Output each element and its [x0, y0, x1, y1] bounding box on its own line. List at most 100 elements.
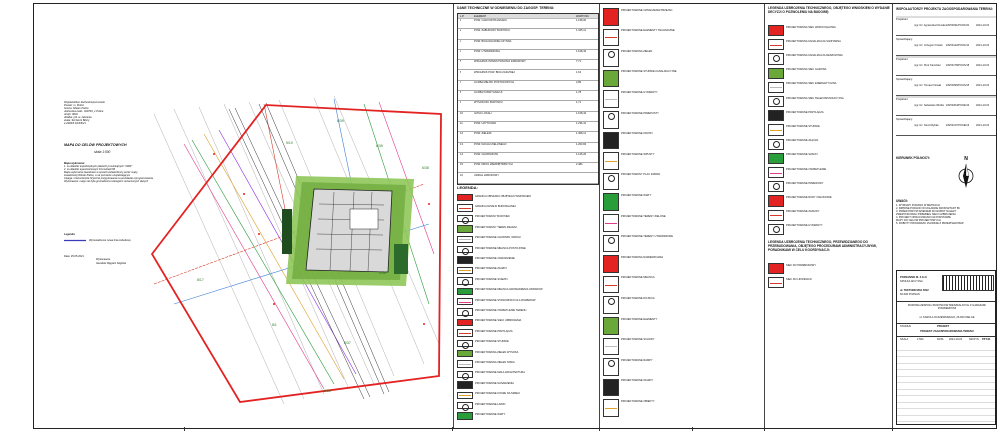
- legend-symbol: [768, 209, 784, 221]
- legend-point-symbol: [608, 113, 615, 120]
- legend-item: PROJEKTOWANE DOJŚCIA: [603, 295, 763, 315]
- legend-symbol: [603, 275, 619, 294]
- company-logo: [942, 275, 994, 291]
- author-cell: 2021-10-03: [976, 84, 990, 87]
- legend-symbol: [457, 402, 473, 411]
- legend-symbol: [457, 350, 473, 358]
- legend-point-symbol: [773, 225, 780, 233]
- row-label: WYSOKOŚĆ BUDYNKU: [474, 101, 503, 105]
- legend-symbol: [603, 152, 619, 170]
- legend-item: PROJEKTOWANE CHODNIKI I DROGI: [457, 235, 597, 244]
- author-row-divider: [896, 56, 996, 58]
- legend-symbol: [768, 81, 784, 93]
- legend-symbol: [603, 131, 619, 150]
- legend-symbol: [768, 263, 784, 274]
- legend-text: PROJEKTOWANE TERENY UTWARDZONE: [621, 235, 673, 239]
- legend-text: PROJEKTOWANE HYDRANTY: [786, 224, 823, 228]
- legend-text: PROJEKTOWANE PRZEPUSTY: [621, 111, 659, 115]
- row-value: 1.200,84: [576, 142, 587, 146]
- legend-symbol: [603, 358, 619, 376]
- legend-symbol: [768, 39, 784, 51]
- svg-text:N: N: [964, 156, 968, 162]
- legend-text: PROJEKTOWANE MIEJSCA GROMADZENIA ODPADÓW: [475, 288, 543, 292]
- author-cell: Projektant:: [896, 18, 909, 21]
- row-number: 9: [460, 101, 462, 105]
- legend-item: PROJEKTOWANE WIATY: [457, 411, 597, 420]
- legend-symbol: [457, 194, 473, 202]
- legend-point-symbol: [462, 310, 469, 318]
- company-street: ul. TEKTONICZNA 3/6/2: [900, 289, 929, 292]
- building-footprint: [305, 188, 393, 273]
- authors-title: WSPÓŁAUTORZY PROJEKTU ZAGOSPODAROWANIA T…: [896, 7, 993, 11]
- legend-text: PROJEKTOWANA SIEĆ GAZOWA: [786, 68, 827, 72]
- author-cell: Sprawdzający:: [896, 118, 913, 121]
- author-cell: 2021-10-03: [976, 44, 990, 47]
- author-row: Sprawdzający: mgr inż. Grzegorz Frelek ZAP…: [896, 36, 996, 56]
- legend-point-symbol: [462, 372, 469, 380]
- legend-symbol: [768, 277, 784, 288]
- legend-item: PROJEKTOWANE MIEJSCA GROMADZENIA ODPADÓW: [457, 287, 597, 296]
- legend-symbol: [603, 49, 619, 67]
- legend-point-symbol: [608, 51, 615, 59]
- parcel-label: 6/39: [376, 144, 383, 148]
- legend-line-symbol: [459, 270, 471, 272]
- legend-point-symbol: [462, 248, 469, 255]
- legend-item: PROJEKTOWANA SIEĆ ENERGETYCZNA: [768, 81, 890, 94]
- row-label: WSKAŹNIK POW. BIOLOGICZNEJ: [474, 70, 515, 74]
- tech-data-table: L.P. ELEMENT WARTOŚĆ 1 POW. CAŁKOWITA DZI…: [457, 13, 599, 185]
- legend-text: SIEĆ DO LIKWIDACJI: [786, 277, 812, 281]
- legend-text: PROJEKTOWANE PRZEWODY: [786, 181, 824, 185]
- row-label: UDZIAŁ ZABUDOWY: [474, 173, 499, 177]
- parcel-label: 6/38: [379, 271, 386, 275]
- legend-text: PROJEKTOWANA SIEĆ TELEKOMUNIKACYJNA: [786, 96, 844, 100]
- author-cell: 2021-10-03: [976, 104, 990, 107]
- legend-text: PROJEKTOWANE OŚWIETLENIE: [786, 167, 827, 171]
- legend-symbol: [768, 53, 784, 65]
- legend-line-symbol: [605, 408, 617, 410]
- legend-line-symbol: [770, 129, 782, 131]
- author-row: Sprawdzający: mgr inż. Kamil Rybak ZAP/011…: [896, 116, 996, 136]
- legend-item: PROJEKTOWANA KANALIZACJA SANITARNA: [768, 38, 890, 51]
- row-value: 4,89: [576, 80, 582, 84]
- author-cell: Projektant:: [896, 98, 909, 101]
- tech-data-title: DANE TECHNICZNE W ODNIESIENIU DO ZAGOSP.…: [457, 6, 555, 10]
- notes-block: UWAGI: 1. WYMIARY PODANO W METRACH 2. RZ…: [896, 199, 996, 225]
- row-value: 2.484: [576, 163, 583, 167]
- courtyard: [349, 208, 379, 230]
- author-cell: Sprawdzający:: [896, 78, 913, 81]
- author-cell: mgr inż. Tomasz Nowak: [914, 84, 942, 87]
- legend-item: PROJEKTOWANE TERENY ZIELONE: [603, 213, 763, 233]
- legend-text: PROJEKTOWANE HYDRANTY: [621, 90, 658, 94]
- legend-point-symbol: [462, 341, 469, 349]
- legend-symbol: [457, 318, 473, 327]
- row-value: 1.108,42: [576, 49, 587, 53]
- legend-item: PROJEKTOWANA ZIELEŃ NISKA: [457, 359, 597, 368]
- author-row: Sprawdzający: mgr inż. Tomasz Nowak ZAP/00…: [896, 76, 996, 96]
- legend-line-symbol: [605, 346, 617, 348]
- author-cell: ZAP/0095/POOS/15: [946, 84, 970, 87]
- legend-line-symbol: [605, 284, 617, 286]
- row-number: 2: [460, 29, 462, 33]
- legend-text: PROJEKTOWANE ELEMENTY: [621, 317, 658, 321]
- legend-line-symbol: [605, 160, 617, 162]
- legend-symbol: [603, 317, 619, 335]
- legend-text: GRANICA DZIAŁKI BUDOWLANEJ: [475, 204, 516, 208]
- author-cell: ZAP/0142/POOK/13: [946, 44, 970, 47]
- legend-symbol: [457, 266, 473, 275]
- legend-text: PROJEKTOWANE ŁAWKI: [475, 402, 506, 406]
- row-value: 1.345,11: [576, 29, 586, 33]
- parcel-label: 8/17: [197, 278, 204, 282]
- legend-symbol: [603, 8, 619, 26]
- legend-text: PROJEKTOWANA KANALIZACJA DESZCZOWA: [786, 53, 843, 57]
- legend-symbol: [603, 337, 619, 356]
- legend-text: PROJEKTOWANE SZAFKI: [786, 153, 818, 157]
- legend-point-symbol: [462, 216, 469, 224]
- row-value: 1.408,11: [576, 132, 586, 136]
- legend-text: PROJEKTOWANE WIATY: [621, 193, 652, 197]
- row-number: 10: [460, 111, 463, 115]
- legend-symbol: [457, 329, 473, 337]
- legend-item: PROJEKTOWANE ZJAZDY: [603, 378, 763, 398]
- legend-symbol: [457, 225, 473, 233]
- row-number: 13: [460, 142, 463, 146]
- legend-symbol: [457, 412, 473, 420]
